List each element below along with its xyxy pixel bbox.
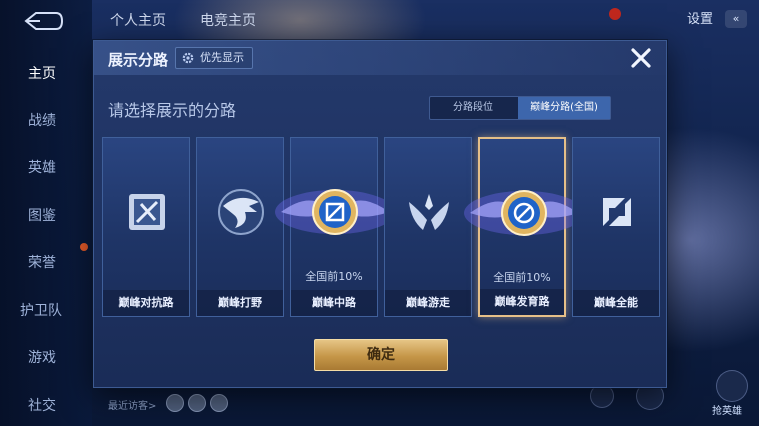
priority-display-button[interactable]: 优先显示 [175, 47, 253, 69]
lane-card-farm[interactable]: 全国前10% 巅峰发育路 [464, 137, 584, 317]
tab-personal-home[interactable]: 个人主页 [110, 10, 166, 30]
tab-esports-home[interactable]: 电竞主页 [200, 10, 256, 30]
lane-card-label: 巅峰游走 [385, 290, 471, 316]
lane-card-clash[interactable]: 巅峰对抗路 [102, 137, 190, 317]
lane-card-label: 巅峰中路 [291, 290, 377, 316]
settings-button[interactable]: 设置 [687, 8, 713, 27]
avatar[interactable] [166, 394, 184, 412]
roam-wings-icon [409, 194, 449, 230]
sidebar-item-home[interactable]: 主页 [0, 63, 88, 83]
sidebar-item-codex[interactable]: 图鉴 [0, 205, 88, 225]
close-icon[interactable] [628, 45, 654, 71]
dialog-subtitle: 请选择展示的分路 [108, 101, 237, 120]
lane-card-label: 巅峰发育路 [480, 289, 564, 315]
toggle-peak-lane-national[interactable]: 巅峰分路(全国) [518, 97, 610, 119]
confirm-button[interactable]: 确定 [314, 339, 448, 371]
jungle-dragon-icon [218, 189, 264, 235]
sidebar-item-record[interactable]: 战绩 [0, 110, 88, 130]
lane-card-mid[interactable]: 全国前10% 巅峰中路 [275, 137, 395, 317]
avatar[interactable] [210, 394, 228, 412]
toggle-lane-rank[interactable]: 分路段位 [430, 97, 516, 119]
grab-hero-label: 抢英雄 [712, 406, 742, 417]
grab-hero-button[interactable] [716, 370, 748, 402]
collapse-button[interactable]: « [725, 10, 747, 28]
sidebar-item-heroes[interactable]: 英雄 [0, 157, 88, 177]
sidebar-item-honor[interactable]: 荣誉 [0, 252, 88, 272]
farm-lane-icon [501, 190, 547, 236]
lane-card-all-round[interactable]: 巅峰全能 [572, 137, 660, 317]
lane-card-roam[interactable]: 巅峰游走 [384, 137, 472, 317]
notification-badge [609, 8, 621, 20]
lane-rank-text: 全国前10% [493, 271, 551, 284]
mid-lane-icon [312, 189, 358, 235]
lane-card-label: 巅峰全能 [573, 290, 659, 316]
lane-mode-toggle: 分路段位 巅峰分路(全国) [429, 96, 611, 120]
sidebar-item-guard[interactable]: 护卫队 [0, 300, 88, 320]
recent-visitors-link[interactable]: 最近访客> [108, 397, 156, 412]
lane-card-label: 巅峰打野 [197, 290, 283, 316]
back-icon[interactable] [20, 10, 64, 32]
sidebar-item-games[interactable]: 游戏 [0, 347, 88, 367]
gear-icon [182, 52, 194, 64]
sidebar: 主页 战绩 英雄 图鉴 荣誉 护卫队 游戏 社交 [0, 0, 92, 426]
lane-card-label: 巅峰对抗路 [103, 290, 189, 316]
honor-alert-dot [80, 243, 88, 251]
lane-display-dialog: 展示分路 优先显示 请选择展示的分路 分路段位 巅峰分路(全国) 巅峰对抗路 巅… [93, 40, 667, 388]
dialog-title: 展示分路 [108, 51, 169, 69]
sidebar-item-social[interactable]: 社交 [0, 395, 88, 415]
all-round-icon [603, 198, 631, 226]
clash-lane-icon [129, 194, 165, 230]
priority-display-label: 优先显示 [200, 51, 244, 64]
lane-rank-text: 全国前10% [305, 270, 363, 283]
avatar[interactable] [188, 394, 206, 412]
